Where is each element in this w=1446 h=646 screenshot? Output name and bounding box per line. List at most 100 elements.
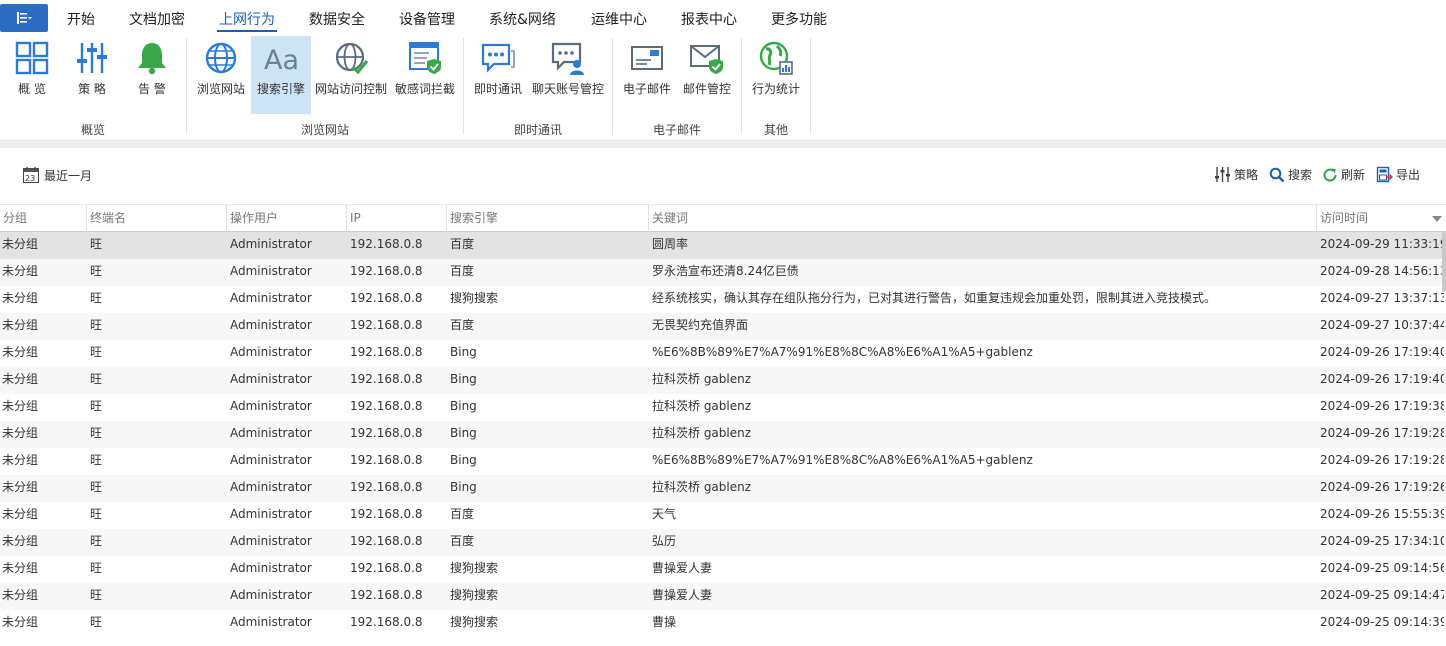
cell-group: 未分组 [2, 345, 39, 359]
tab-device-management[interactable]: 设备管理 [399, 9, 455, 29]
cell-terminal: 旺 [90, 372, 103, 386]
toolbar: 23 最近一月 策略 搜索 刷新 导出 [0, 148, 1446, 204]
table-row[interactable]: 未分组 旺 Administrator 192.168.0.8 搜狗搜索 曹操爱人妻 202… [0, 556, 1446, 583]
table-row[interactable]: 未分组 旺 Administrator 192.168.0.8 百度 圆周率 2024-09… [0, 232, 1446, 259]
alarm-button[interactable]: 告 警 [126, 36, 178, 114]
column-header-keyword[interactable]: 关键词 [648, 205, 1316, 232]
cell-ip: 192.168.0.8 [350, 561, 423, 575]
refresh-tool-button[interactable]: 刷新 [1322, 166, 1365, 183]
cell-search-engine: 搜狗搜索 [450, 291, 499, 305]
behavior-stats-button[interactable]: 行为统计 [748, 36, 804, 114]
cell-keyword: 拉科茨桥 gablenz [652, 372, 752, 386]
column-header-user[interactable]: 操作用户 [226, 205, 346, 232]
table-row[interactable]: 未分组 旺 Administrator 192.168.0.8 Bing 拉科茨桥 gab… [0, 367, 1446, 394]
browse-web-button[interactable]: 浏览网站 [193, 36, 249, 114]
cell-keyword: 拉科茨桥 gablenz [652, 480, 752, 494]
chat-account-label: 聊天账号管控 [531, 82, 604, 96]
cell-user: Administrator [230, 318, 312, 332]
cell-user: Administrator [230, 615, 312, 629]
table-row[interactable]: 未分组 旺 Administrator 192.168.0.8 搜狗搜索 经系统核实，确认… [0, 286, 1446, 313]
column-header-search-engine[interactable]: 搜索引擎 [446, 205, 648, 232]
search-tool-button[interactable]: 搜索 [1269, 166, 1312, 183]
policy-tool-button[interactable]: 策略 [1214, 166, 1258, 183]
tab-ops-center[interactable]: 运维中心 [591, 9, 647, 29]
email-control-button[interactable]: 邮件管控 [679, 36, 735, 114]
sensitive-words-button[interactable]: 敏感词拦截 [393, 36, 457, 114]
overview-button[interactable]: 概 览 [6, 36, 58, 114]
group-separator [463, 38, 464, 134]
tab-doc-encryption[interactable]: 文档加密 [129, 9, 185, 29]
cell-keyword: 经系统核实，确认其存在组队拖分行为，已对其进行警告，如重复违规会加重处罚，限制其… [652, 291, 1217, 305]
cell-ip: 192.168.0.8 [350, 615, 423, 629]
search-engine-button[interactable]: Aa 搜索引擎 [251, 36, 311, 114]
group-separator [186, 38, 187, 134]
cell-user: Administrator [230, 264, 312, 278]
app-menu-button[interactable] [0, 4, 48, 32]
chat-account-button[interactable]: 聊天账号管控 [530, 36, 606, 114]
cell-terminal: 旺 [90, 291, 103, 305]
table-row[interactable]: 未分组 旺 Administrator 192.168.0.8 Bing 拉科茨桥 gab… [0, 394, 1446, 421]
web-access-control-button[interactable]: 网站访问控制 [313, 36, 389, 114]
email-button[interactable]: 电子邮件 [619, 36, 675, 114]
chat-bubble-icon [481, 43, 515, 73]
cell-group: 未分组 [2, 507, 39, 521]
tab-report-center[interactable]: 报表中心 [681, 9, 737, 29]
date-range-selector[interactable]: 23 最近一月 [22, 166, 92, 184]
tab-system-network[interactable]: 系统&网络 [489, 9, 556, 29]
table-row[interactable]: 未分组 旺 Administrator 192.168.0.8 百度 罗永浩宣布还清8.2… [0, 259, 1446, 286]
cell-terminal: 旺 [90, 615, 103, 629]
column-header-visit-time[interactable]: 访问时间 [1316, 205, 1446, 232]
cell-search-engine: Bing [450, 426, 477, 440]
tab-data-security[interactable]: 数据安全 [309, 9, 365, 29]
cell-terminal: 旺 [90, 237, 103, 251]
table-row[interactable]: 未分组 旺 Administrator 192.168.0.8 百度 天气 2024-09-… [0, 502, 1446, 529]
column-header-group[interactable]: 分组 [0, 205, 86, 232]
tab-internet-behavior[interactable]: 上网行为 [217, 9, 277, 32]
cell-keyword: 罗永浩宣布还清8.24亿巨债 [652, 264, 799, 278]
cell-visit-time: 2024-09-25 17:34:10 [1320, 534, 1444, 548]
cell-group: 未分组 [2, 534, 39, 548]
cell-visit-time: 2024-09-25 09:14:47 [1320, 588, 1444, 602]
cell-search-engine: 百度 [450, 507, 475, 521]
search-icon [1269, 167, 1285, 182]
table-row[interactable]: 未分组 旺 Administrator 192.168.0.8 搜狗搜索 曹操 2024-0… [0, 610, 1446, 637]
group-label-overview: 概览 [80, 123, 105, 137]
export-tool-button[interactable]: 导出 [1376, 166, 1420, 183]
sliders-icon [1215, 167, 1230, 182]
table-row[interactable]: 未分组 旺 Administrator 192.168.0.8 搜狗搜索 曹操爱人妻 202… [0, 583, 1446, 610]
policy-label: 策 略 [78, 82, 106, 96]
group-label-email: 电子邮件 [652, 123, 701, 137]
tab-start[interactable]: 开始 [67, 9, 95, 29]
table-row[interactable]: 未分组 旺 Administrator 192.168.0.8 Bing %E6%8B%8… [0, 448, 1446, 475]
date-range-label: 最近一月 [44, 168, 93, 183]
envelope-shield-icon [690, 45, 723, 74]
tab-more-features[interactable]: 更多功能 [771, 9, 827, 29]
cell-user: Administrator [230, 399, 312, 413]
cell-search-engine: Bing [450, 399, 477, 413]
cell-user: Administrator [230, 534, 312, 548]
vertical-scrollbar[interactable] [1442, 232, 1446, 292]
group-label-other: 其他 [763, 123, 788, 137]
group-separator [741, 38, 742, 134]
svg-text:Aa: Aa [264, 45, 299, 76]
table-row[interactable]: 未分组 旺 Administrator 192.168.0.8 Bing 拉科茨桥 gab… [0, 475, 1446, 502]
instant-msg-button[interactable]: 即时通讯 [470, 36, 526, 114]
column-header-terminal[interactable]: 终端名 [86, 205, 226, 232]
cell-user: Administrator [230, 453, 312, 467]
cell-visit-time: 2024-09-26 17:19:26 [1320, 480, 1444, 494]
cell-keyword: 圆周率 [652, 237, 689, 251]
table-row[interactable]: 未分组 旺 Administrator 192.168.0.8 Bing %E6%8B%8… [0, 340, 1446, 367]
web-access-control-label: 网站访问控制 [314, 82, 387, 96]
table-row[interactable]: 未分组 旺 Administrator 192.168.0.8 百度 弘历 2024-09-… [0, 529, 1446, 556]
overview-label: 概 览 [18, 82, 46, 96]
policy-tool-label: 策略 [1234, 168, 1259, 182]
column-header-ip[interactable]: IP [346, 205, 446, 232]
cell-ip: 192.168.0.8 [350, 507, 423, 521]
table-row[interactable]: 未分组 旺 Administrator 192.168.0.8 Bing 拉科茨桥 gab… [0, 421, 1446, 448]
app-menu-icon [17, 12, 32, 24]
policy-button[interactable]: 策 略 [66, 36, 118, 114]
cell-search-engine: Bing [450, 372, 477, 386]
cell-group: 未分组 [2, 480, 39, 494]
cell-visit-time: 2024-09-26 17:19:28 [1320, 426, 1444, 440]
table-row[interactable]: 未分组 旺 Administrator 192.168.0.8 百度 无畏契约充值界面 20… [0, 313, 1446, 340]
